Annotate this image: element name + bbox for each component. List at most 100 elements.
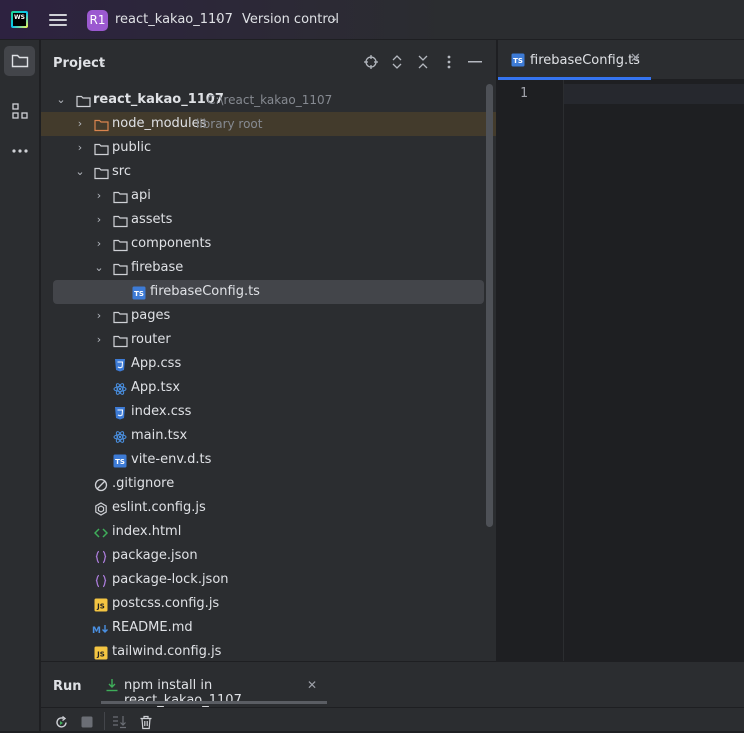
tree-label: README.md (112, 620, 193, 635)
folder-icon (113, 333, 128, 348)
tree-label: eslint.config.js (112, 500, 206, 515)
svg-text:TS: TS (134, 290, 144, 298)
tree-row-index-html[interactable]: index.html (41, 520, 496, 544)
editor-tab-bar: TS firebaseConfig.ts ✕ (498, 40, 744, 80)
close-tab-icon[interactable]: ✕ (307, 678, 317, 692)
project-tool-window: Project ⌄ ⌄ react_kakao_1107 C:\react_ka… (41, 40, 496, 661)
scroll-to-end-icon[interactable] (112, 714, 128, 730)
tree-row-app-css[interactable]: App.css (41, 352, 496, 376)
svg-text:JS: JS (96, 651, 105, 659)
expanded-arrow-icon[interactable]: ⌄ (74, 160, 86, 184)
main-menu-icon[interactable] (49, 12, 67, 28)
editor-tab-firebase-config[interactable]: TS firebaseConfig.ts ✕ (498, 40, 651, 80)
tree-label: router (131, 332, 171, 347)
eslint-file-icon (94, 501, 108, 516)
collapsed-arrow-icon[interactable]: › (93, 208, 105, 232)
expand-all-icon[interactable] (389, 54, 405, 70)
react-file-icon (113, 381, 127, 395)
tree-row-router[interactable]: › router (41, 328, 496, 352)
tree-row-components[interactable]: › components (41, 232, 496, 256)
tree-label: api (131, 188, 151, 203)
tree-row-eslint[interactable]: eslint.config.js (41, 496, 496, 520)
tree-label: node_modules (112, 116, 207, 131)
tree-row-node-modules[interactable]: › node_modules library root (41, 112, 496, 136)
tree-row-index-css[interactable]: index.css (41, 400, 496, 424)
javascript-file-icon: JS (94, 645, 108, 660)
tree-label: .gitignore (112, 476, 175, 491)
run-tab-npm-install[interactable]: npm install in react_kakao_1107 ✕ (101, 670, 327, 708)
collapsed-arrow-icon[interactable]: › (93, 328, 105, 352)
project-badge[interactable]: R1 (87, 10, 108, 31)
tree-label: package-lock.json (112, 572, 229, 587)
run-tool-window: Run npm install in react_kakao_1107 ✕ (41, 661, 744, 731)
tree-row-app-tsx[interactable]: App.tsx (41, 376, 496, 400)
tree-row-root[interactable]: ⌄ react_kakao_1107 C:\react_kakao_1107 (41, 88, 496, 112)
tree-row-main-tsx[interactable]: main.tsx (41, 424, 496, 448)
tree-hint: library root (196, 117, 263, 131)
css-file-icon (113, 405, 127, 420)
collapsed-arrow-icon[interactable]: › (93, 184, 105, 208)
structure-icon[interactable] (4, 96, 35, 126)
tree-label: App.tsx (131, 380, 181, 395)
tree-row-pages[interactable]: › pages (41, 304, 496, 328)
expanded-arrow-icon[interactable]: ⌄ (55, 88, 67, 112)
tree-row-firebase[interactable]: ⌄ firebase (41, 256, 496, 280)
tree-row-api[interactable]: › api (41, 184, 496, 208)
options-icon[interactable] (441, 54, 457, 70)
tab-label: firebaseConfig.ts (530, 53, 640, 68)
expanded-arrow-icon[interactable]: ⌄ (93, 256, 105, 280)
chevron-down-icon[interactable]: ⌄ (330, 13, 338, 24)
tree-row-public[interactable]: › public (41, 136, 496, 160)
collapsed-arrow-icon[interactable]: › (93, 232, 105, 256)
collapsed-arrow-icon[interactable]: › (93, 304, 105, 328)
stop-icon[interactable] (79, 714, 95, 730)
typescript-file-icon: TS (511, 53, 525, 71)
tree-row-postcss[interactable]: JS postcss.config.js (41, 592, 496, 616)
tree-row-src[interactable]: ⌄ src (41, 160, 496, 184)
project-tree-scrollbar[interactable] (486, 84, 493, 527)
tree-label: vite-env.d.ts (131, 452, 212, 467)
hide-panel-icon[interactable] (467, 54, 483, 70)
svg-text:TS: TS (513, 57, 523, 65)
tool-window-stripe (0, 40, 40, 731)
current-line-highlight (564, 84, 744, 104)
collapsed-arrow-icon[interactable]: › (74, 112, 86, 136)
project-panel-header: Project ⌄ (41, 40, 496, 85)
run-panel-title[interactable]: Run (53, 679, 82, 694)
folder-icon (94, 141, 109, 156)
tree-row-gitignore[interactable]: .gitignore (41, 472, 496, 496)
folder-icon (113, 309, 128, 324)
chevron-down-icon[interactable]: ⌄ (214, 13, 222, 24)
tree-row-vite-env[interactable]: TS vite-env.d.ts (41, 448, 496, 472)
toolbar-separator (104, 712, 105, 730)
run-toolbar (41, 707, 744, 733)
tree-row-package-json[interactable]: package.json (41, 544, 496, 568)
folder-icon (113, 213, 128, 228)
trash-icon[interactable] (138, 714, 154, 730)
chevron-down-icon[interactable]: ⌄ (98, 57, 106, 68)
webstorm-logo-icon[interactable]: WS (11, 11, 28, 28)
css-file-icon (113, 357, 127, 372)
markdown-file-icon: M (92, 621, 110, 636)
svg-text:M: M (92, 626, 101, 636)
more-tools-icon[interactable] (4, 136, 35, 166)
project-folder-icon[interactable] (4, 46, 35, 76)
folder-icon (113, 189, 128, 204)
tree-label: react_kakao_1107 (93, 92, 224, 107)
tree-label: postcss.config.js (112, 596, 220, 611)
tree-row-firebase-config[interactable]: TS firebaseConfig.ts (53, 280, 484, 304)
javascript-file-icon: JS (94, 597, 108, 612)
tree-row-assets[interactable]: › assets (41, 208, 496, 232)
version-control-menu[interactable]: Version control (242, 12, 339, 27)
rerun-icon[interactable] (53, 714, 69, 730)
locate-file-icon[interactable] (363, 54, 379, 70)
collapse-all-icon[interactable] (415, 54, 431, 70)
tree-label: pages (131, 308, 171, 323)
tree-row-readme[interactable]: M README.md (41, 616, 496, 640)
collapsed-arrow-icon[interactable]: › (74, 136, 86, 160)
tree-row-package-lock[interactable]: package-lock.json (41, 568, 496, 592)
tree-label: index.html (112, 524, 182, 539)
folder-icon (113, 261, 128, 276)
editor-area: TS firebaseConfig.ts ✕ 1 (497, 40, 744, 661)
close-tab-icon[interactable]: ✕ (630, 51, 641, 66)
